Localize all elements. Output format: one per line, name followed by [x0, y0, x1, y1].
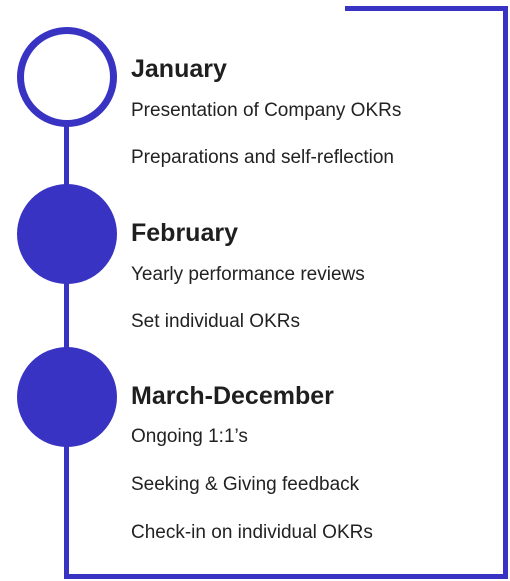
timeline-item: Ongoing 1:1’s [131, 426, 248, 447]
timeline-line [64, 90, 69, 579]
section-title: January [131, 55, 227, 83]
frame-right-edge [503, 6, 508, 579]
timeline-item: Yearly performance reviews [131, 264, 365, 285]
timeline-node-january [17, 27, 117, 127]
timeline-section-february: February Yearly performance reviews Set … [131, 218, 365, 332]
section-title: February [131, 219, 238, 247]
timeline-section-march-december: March-December Ongoing 1:1’s Seeking & G… [131, 381, 373, 543]
timeline-item: Seeking & Giving feedback [131, 474, 360, 495]
frame-bottom-edge [67, 574, 508, 579]
timeline-item: Check-in on individual OKRs [131, 522, 373, 543]
timeline-node-february [17, 184, 117, 284]
timeline-item: Preparations and self-reflection [131, 147, 394, 168]
timeline-item: Set individual OKRs [131, 311, 300, 332]
timeline-section-january: January Presentation of Company OKRs Pre… [131, 54, 401, 168]
section-title: March-December [131, 382, 334, 410]
timeline-item: Presentation of Company OKRs [131, 100, 402, 121]
frame-top-edge [345, 6, 508, 11]
timeline-node-march-december [17, 347, 117, 447]
